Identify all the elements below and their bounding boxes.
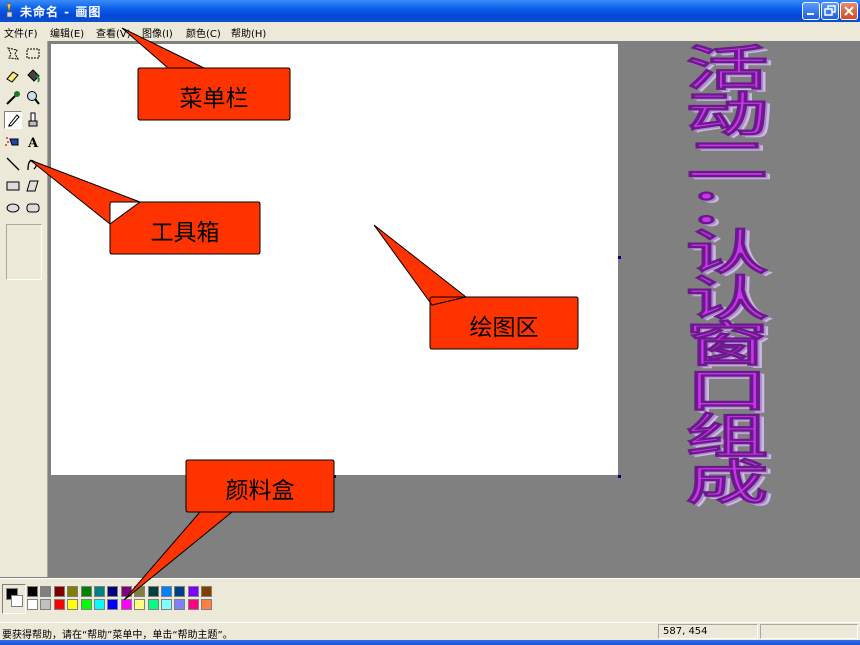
color-swatch[interactable] <box>80 599 92 610</box>
color-swatch[interactable] <box>174 586 186 597</box>
menu-edit[interactable]: 编辑(E) <box>50 25 84 40</box>
color-swatch[interactable] <box>53 586 65 597</box>
ellipse-icon <box>6 203 20 213</box>
color-swatch[interactable] <box>40 599 52 610</box>
color-swatch[interactable] <box>201 586 213 597</box>
eraser-icon <box>6 71 19 83</box>
title-bar: 未命名 - 画图 <box>0 0 860 22</box>
color-swatch[interactable] <box>134 599 146 610</box>
canvas-resize-handle-right[interactable] <box>618 256 621 259</box>
color-swatch[interactable] <box>120 599 132 610</box>
tool-magnifier[interactable] <box>24 89 42 107</box>
color-swatch[interactable] <box>53 599 65 610</box>
color-swatch[interactable] <box>187 599 199 610</box>
polygon-icon <box>26 180 39 192</box>
airbrush-icon <box>5 137 19 146</box>
rectangle-icon <box>6 181 20 191</box>
color-swatch[interactable] <box>67 599 79 610</box>
fill-bucket-icon <box>27 69 40 83</box>
status-coordinates-panel: 587, 454 <box>658 624 758 639</box>
tool-pencil[interactable] <box>4 111 22 129</box>
tool-line[interactable] <box>4 155 22 173</box>
color-swatch[interactable] <box>94 599 105 610</box>
color-swatch[interactable] <box>120 586 132 597</box>
text-icon: A <box>27 136 39 151</box>
cursor-coordinates: 587, 454 <box>663 626 708 637</box>
color-swatch[interactable] <box>201 599 213 610</box>
color-swatch[interactable] <box>27 599 38 610</box>
rounded-rect-icon <box>26 203 40 213</box>
color-swatch[interactable] <box>147 586 159 597</box>
current-colors[interactable] <box>2 584 26 614</box>
tool-ellipse[interactable] <box>4 199 22 217</box>
tool-rect-select[interactable] <box>24 45 42 63</box>
maximize-icon <box>824 5 836 16</box>
tool-fill[interactable] <box>24 67 42 85</box>
paint-app-icon <box>6 3 13 18</box>
color-swatch[interactable] <box>40 586 52 597</box>
color-swatch[interactable] <box>67 586 79 597</box>
svg-text:A: A <box>27 136 39 151</box>
menu-view[interactable]: 查看(V) <box>96 25 131 40</box>
line-icon <box>6 157 20 171</box>
minimize-icon <box>807 13 814 15</box>
color-swatch[interactable] <box>107 586 119 597</box>
slide-title: 活动二：认认窗口组成 <box>685 40 769 511</box>
tool-brush[interactable] <box>24 111 42 129</box>
color-swatch[interactable] <box>161 599 172 610</box>
taskbar-edge <box>0 640 860 645</box>
menu-file[interactable]: 文件(F) <box>4 25 38 40</box>
tool-polygon[interactable] <box>24 177 42 195</box>
tool-color-picker[interactable] <box>4 89 22 107</box>
menu-colors[interactable]: 颜色(C) <box>186 25 221 40</box>
color-swatch[interactable] <box>161 586 172 597</box>
window-title: 未命名 - 画图 <box>20 5 102 19</box>
tool-text[interactable]: A <box>24 133 42 151</box>
magnifier-icon <box>27 91 40 105</box>
color-palette-bar <box>0 578 860 622</box>
toolbox: A <box>0 41 48 577</box>
canvas-resize-handle-corner[interactable] <box>618 475 621 478</box>
brush-icon <box>28 112 38 127</box>
callout-palette-label: 颜料盒 <box>225 478 295 504</box>
color-swatch[interactable] <box>80 586 92 597</box>
color-swatch[interactable] <box>174 599 186 610</box>
close-button[interactable] <box>840 2 858 20</box>
status-help-text: 要获得帮助，请在“帮助”菜单中，单击“帮助主题”。 <box>2 630 233 641</box>
tool-airbrush[interactable] <box>4 133 22 151</box>
minimize-button[interactable] <box>802 2 820 20</box>
menu-image[interactable]: 图像(I) <box>142 25 173 40</box>
menu-bar: 文件(F) 编辑(E) 查看(V) 图像(I) 颜色(C) 帮助(H) <box>0 22 860 41</box>
color-picker-icon <box>6 91 20 105</box>
canvas-resize-handle-bottom[interactable] <box>333 475 336 478</box>
drawing-canvas[interactable] <box>51 44 618 475</box>
tool-rounded-rect[interactable] <box>24 199 42 217</box>
maximize-button[interactable] <box>821 2 839 20</box>
free-select-icon <box>7 47 19 60</box>
status-size-panel <box>760 624 858 639</box>
tool-free-select[interactable] <box>4 45 22 63</box>
color-swatch[interactable] <box>94 586 105 597</box>
rect-select-icon <box>26 48 40 59</box>
tool-options-panel[interactable] <box>6 224 42 280</box>
status-bar: 要获得帮助，请在“帮助”菜单中，单击“帮助主题”。 587, 454 <box>0 622 860 641</box>
menu-help[interactable]: 帮助(H) <box>231 25 266 40</box>
tool-curve[interactable] <box>24 155 42 173</box>
tool-eraser[interactable] <box>4 67 22 85</box>
background-color <box>11 595 23 607</box>
color-swatch[interactable] <box>27 586 38 597</box>
tool-rectangle[interactable] <box>4 177 22 195</box>
color-swatch[interactable] <box>134 586 146 597</box>
close-icon <box>844 6 854 16</box>
color-swatch[interactable] <box>107 599 119 610</box>
curve-icon <box>27 160 37 171</box>
pencil-icon <box>8 114 20 127</box>
color-swatch[interactable] <box>147 599 159 610</box>
color-swatch[interactable] <box>187 586 199 597</box>
